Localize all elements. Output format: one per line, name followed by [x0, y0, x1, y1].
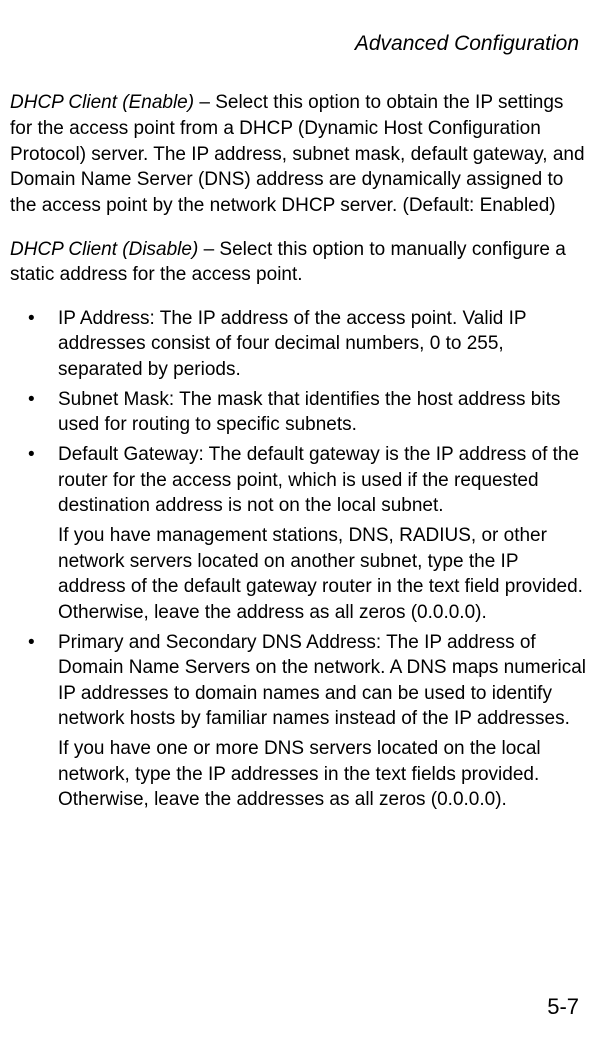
dhcp-enable-paragraph: DHCP Client (Enable) – Select this optio… — [10, 90, 589, 218]
page-header: Advanced Configuration — [10, 30, 589, 58]
dhcp-enable-term: DHCP Client (Enable) — [10, 92, 194, 113]
options-list: IP Address: The IP address of the access… — [10, 306, 589, 813]
list-item-default-gateway-cont: If you have management stations, DNS, RA… — [10, 523, 589, 626]
page-number: 5-7 — [547, 992, 579, 1022]
list-item-dns-address-cont: If you have one or more DNS servers loca… — [10, 736, 589, 813]
dhcp-disable-paragraph: DHCP Client (Disable) – Select this opti… — [10, 237, 589, 288]
list-item-default-gateway: Default Gateway: The default gateway is … — [10, 442, 589, 519]
list-item-subnet-mask: Subnet Mask: The mask that identifies th… — [10, 387, 589, 438]
list-item-dns-address: Primary and Secondary DNS Address: The I… — [10, 630, 589, 733]
list-item-ip-address: IP Address: The IP address of the access… — [10, 306, 589, 383]
dhcp-disable-term: DHCP Client (Disable) — [10, 239, 198, 260]
